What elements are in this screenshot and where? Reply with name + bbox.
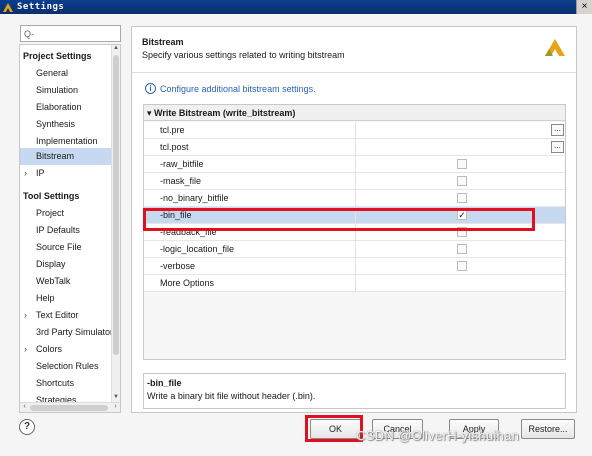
scroll-up-icon[interactable]: ▲ [112, 45, 120, 54]
sidebar-item-label: Colors [36, 344, 63, 354]
table-row[interactable]: More Options [144, 275, 565, 292]
search-placeholder: Q- [24, 28, 34, 39]
sidebar-item-source-file[interactable]: Source File [20, 239, 112, 256]
browse-button[interactable]: ... [551, 124, 564, 136]
title-bar: Settings × [0, 0, 592, 14]
page-title: Bitstream [142, 37, 184, 47]
option-description-text: Write a binary bit file without header (… [147, 391, 316, 401]
column-divider [355, 258, 356, 275]
table-row[interactable]: -no_binary_bitfile [144, 190, 565, 207]
mask-file-checkbox[interactable] [457, 176, 467, 186]
option-name: tcl.pre [160, 125, 185, 135]
column-divider [355, 224, 356, 241]
close-button[interactable]: × [576, 0, 592, 14]
no-binary-bitfile-checkbox[interactable] [457, 193, 467, 203]
option-name: -verbose [160, 261, 196, 271]
sidebar-item-general[interactable]: General [20, 65, 112, 82]
window-title: Settings [17, 2, 65, 12]
watermark-text: CSDN @OliverH-yishuihan [356, 428, 520, 443]
write-bitstream-options-table: ▾ Write Bitstream (write_bitstream) tcl.… [143, 104, 566, 360]
scroll-left-icon[interactable]: ‹ [20, 403, 29, 410]
sidebar-horizontal-scrollbar[interactable]: ‹ › [20, 402, 120, 412]
configure-bitstream-link-label[interactable]: Configure additional bitstream settings. [160, 84, 316, 94]
sidebar-item-label: IP [36, 168, 45, 178]
page-description: Specify various settings related to writ… [142, 50, 345, 60]
chevron-right-icon[interactable]: › [24, 165, 36, 182]
sidebar-item-synthesis[interactable]: Synthesis [20, 116, 112, 133]
sidebar-item-project[interactable]: Project [20, 205, 112, 222]
column-divider [355, 139, 356, 156]
option-name: -raw_bitfile [160, 159, 204, 169]
sidebar-vertical-scrollbar[interactable]: ▲ ▼ [111, 45, 120, 403]
table-row[interactable]: -readback_file [144, 224, 565, 241]
sidebar-item-label: Text Editor [36, 310, 79, 320]
option-name: -no_binary_bitfile [160, 193, 229, 203]
table-row[interactable]: tcl.pre ... [144, 122, 565, 139]
browse-button[interactable]: ... [551, 141, 564, 153]
table-row[interactable]: -verbose [144, 258, 565, 275]
more-options-field[interactable] [356, 275, 565, 292]
option-description-title: -bin_file [147, 378, 182, 388]
scroll-right-icon[interactable]: › [111, 403, 120, 410]
chevron-down-icon[interactable]: ▾ [147, 108, 152, 118]
column-divider [355, 207, 356, 224]
raw-bitfile-checkbox[interactable] [457, 159, 467, 169]
sidebar-item-elaboration[interactable]: Elaboration [20, 99, 112, 116]
column-divider [355, 156, 356, 173]
sidebar-item-simulation[interactable]: Simulation [20, 82, 112, 99]
readback-file-checkbox[interactable] [457, 227, 467, 237]
column-divider [355, 173, 356, 190]
option-description-box: -bin_file Write a binary bit file withou… [143, 373, 566, 409]
restore-button[interactable]: Restore... [521, 419, 575, 439]
bin-file-checkbox[interactable]: ✓ [457, 210, 467, 220]
sidebar-item-text-editor[interactable]: › Text Editor [20, 307, 112, 324]
table-row[interactable]: -mask_file [144, 173, 565, 190]
configure-bitstream-link[interactable]: i Configure additional bitstream setting… [145, 83, 316, 94]
sidebar-item-shortcuts[interactable]: Shortcuts [20, 375, 112, 392]
sidebar-item-selection-rules[interactable]: Selection Rules [20, 358, 112, 375]
sidebar-item-ip-defaults[interactable]: IP Defaults [20, 222, 112, 239]
sidebar-item-bitstream[interactable]: Bitstream [20, 148, 112, 165]
option-name: -bin_file [160, 210, 192, 220]
table-row[interactable]: -logic_location_file [144, 241, 565, 258]
sidebar-item-colors[interactable]: › Colors [20, 341, 112, 358]
info-icon: i [145, 83, 156, 94]
option-name: -readback_file [160, 227, 217, 237]
column-divider [355, 190, 356, 207]
option-name: -mask_file [160, 176, 202, 186]
option-name: tcl.post [160, 142, 189, 152]
ok-button[interactable]: OK [310, 419, 361, 439]
verbose-checkbox[interactable] [457, 261, 467, 271]
table-row[interactable]: -raw_bitfile [144, 156, 565, 173]
chevron-right-icon[interactable]: › [24, 341, 36, 358]
sidebar-item-display[interactable]: Display [20, 256, 112, 273]
option-group-label: Write Bitstream (write_bitstream) [154, 108, 296, 118]
option-name: -logic_location_file [160, 244, 235, 254]
logic-location-file-checkbox[interactable] [457, 244, 467, 254]
sidebar-item-3rd-party-simulators[interactable]: 3rd Party Simulators [20, 324, 112, 341]
chevron-right-icon[interactable]: › [24, 307, 36, 324]
option-name: More Options [160, 278, 215, 288]
section-tool-settings: Tool Settings [23, 191, 80, 201]
search-input[interactable]: Q- [20, 25, 121, 42]
vivado-logo-icon [545, 39, 565, 56]
help-button[interactable]: ? [19, 419, 35, 435]
column-divider [355, 122, 356, 139]
table-row[interactable]: tcl.post ... [144, 139, 565, 156]
column-divider [355, 241, 356, 258]
option-group-header[interactable]: ▾ Write Bitstream (write_bitstream) [144, 105, 565, 121]
page-header: Bitstream Specify various settings relat… [132, 27, 576, 73]
section-project-settings: Project Settings [23, 51, 92, 61]
scrollbar-thumb[interactable] [30, 405, 108, 411]
settings-tree: Project Settings General Simulation Elab… [19, 44, 121, 413]
vivado-app-icon [3, 3, 13, 12]
sidebar-item-webtalk[interactable]: WebTalk [20, 273, 112, 290]
scrollbar-thumb[interactable] [113, 55, 119, 355]
sidebar-item-help[interactable]: Help [20, 290, 112, 307]
table-row-selected[interactable]: -bin_file ✓ [144, 207, 565, 224]
sidebar-item-ip[interactable]: › IP [20, 165, 112, 182]
settings-content: Bitstream Specify various settings relat… [131, 26, 577, 413]
